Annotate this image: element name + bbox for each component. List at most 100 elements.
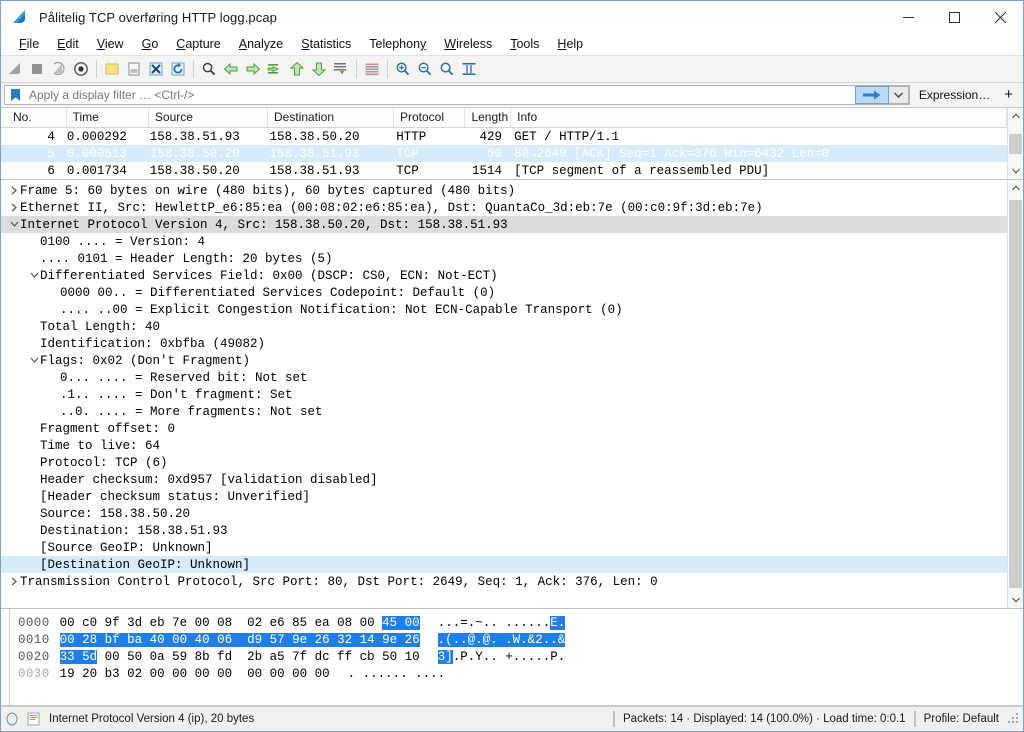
detail-row[interactable]: Fragment offset: 0 <box>1 420 1007 437</box>
detail-row[interactable]: .... ..00 = Explicit Congestion Notifica… <box>1 301 1007 318</box>
menu-go[interactable]: Go <box>133 35 168 53</box>
detail-row[interactable]: ..0. .... = More fragments: Not set <box>1 403 1007 420</box>
scroll-up-icon[interactable] <box>1008 180 1023 196</box>
chevron-down-icon[interactable] <box>9 221 20 228</box>
hex-bytes[interactable]: 00 c0 9f 3d eb 7e 00 08 02 e6 85 ea 08 0… <box>60 615 420 630</box>
scroll-thumb[interactable] <box>1009 134 1022 154</box>
hex-row[interactable]: 0030 19 20 b3 02 00 00 00 00 00 00 00 00.… <box>18 665 1023 682</box>
hex-ascii-segment[interactable]: .P.Y.. +.....P. <box>453 650 566 664</box>
chevron-down-icon[interactable] <box>29 357 40 364</box>
maximize-button[interactable] <box>931 1 977 33</box>
open-file-icon[interactable] <box>101 58 123 80</box>
packet-row-6[interactable]: 6 0.001734 158.38.50.20 158.38.51.93 TCP 1514… <box>1 162 1007 179</box>
go-forward-icon[interactable] <box>242 58 264 80</box>
detail-row[interactable]: 0000 00.. = Differentiated Services Code… <box>1 284 1007 301</box>
zoom-reset-icon[interactable] <box>436 58 458 80</box>
hex-row[interactable]: 0010 00 28 bf ba 40 00 40 06 d9 57 9e 26 … <box>18 631 1023 648</box>
go-last-packet-icon[interactable] <box>308 58 330 80</box>
menu-tools[interactable]: Tools <box>501 35 548 53</box>
hex-ascii-segment[interactable]: . ...... .... <box>348 667 446 681</box>
hex-bytes-selected[interactable]: 45 00 <box>382 615 420 630</box>
profile-indicator[interactable]: Profile: Default <box>924 713 1007 725</box>
menu-view[interactable]: View <box>88 35 133 53</box>
detail-row[interactable]: Internet Protocol Version 4, Src: 158.38… <box>1 216 1007 233</box>
colorize-icon[interactable] <box>361 58 383 80</box>
menu-telephony[interactable]: Telephony <box>360 35 435 53</box>
detail-row[interactable]: Protocol: TCP (6) <box>1 454 1007 471</box>
column-header-time[interactable]: Time <box>67 108 149 127</box>
hex-ascii-selected[interactable]: .(..@.@. .W.&2..& <box>437 632 566 647</box>
column-header-source[interactable]: Source <box>149 108 268 127</box>
expert-info-icon[interactable] <box>1 712 23 726</box>
zoom-in-icon[interactable] <box>392 58 414 80</box>
scroll-down-icon[interactable] <box>1008 592 1023 608</box>
packet-list-scrollbar[interactable] <box>1007 108 1023 179</box>
hex-bytes-selected[interactable]: 33 5d <box>59 649 98 664</box>
hex-ascii-segment[interactable]: ...=.~.. ...... <box>438 616 551 630</box>
menu-file[interactable]: File <box>10 35 48 53</box>
hex-bytes-segment[interactable]: 00 c0 9f 3d eb 7e 00 08 02 e6 85 ea 08 0… <box>60 616 383 630</box>
chevron-right-icon[interactable] <box>9 203 20 212</box>
go-back-icon[interactable] <box>220 58 242 80</box>
packet-row-4[interactable]: 4 0.000292 158.38.51.93 158.38.50.20 HTTP 429… <box>1 128 1007 145</box>
start-capture-icon[interactable] <box>4 58 26 80</box>
go-to-packet-icon[interactable] <box>264 58 286 80</box>
hex-ascii[interactable]: ...=.~.. ......E. <box>438 615 566 630</box>
packet-row-5[interactable]: 5 0.000513 158.38.50.20 158.38.51.93 TCP 60 80… <box>1 145 1007 162</box>
column-header-info[interactable]: Info <box>511 108 1007 127</box>
hex-bytes-segment[interactable]: 00 50 0a 59 8b fd 2b a5 7f dc ff cb 50 1… <box>97 650 420 664</box>
hex-bytes[interactable]: 19 20 b3 02 00 00 00 00 00 00 00 00 <box>60 667 330 681</box>
hex-bytes-selected[interactable]: 00 28 bf ba 40 00 40 06 d9 57 9e 26 32 1… <box>59 632 420 647</box>
detail-row[interactable]: Time to live: 64 <box>1 437 1007 454</box>
close-file-icon[interactable] <box>145 58 167 80</box>
hex-bytes[interactable]: 00 28 bf ba 40 00 40 06 d9 57 9e 26 32 1… <box>59 632 420 647</box>
detail-row[interactable]: Identification: 0xbfba (49082) <box>1 335 1007 352</box>
close-button[interactable] <box>977 1 1023 33</box>
hex-bytes-segment[interactable]: 19 20 b3 02 00 00 00 00 00 00 00 00 <box>60 667 330 681</box>
detail-row[interactable]: Destination: 158.38.51.93 <box>1 522 1007 539</box>
detail-row[interactable]: [Header checksum status: Unverified] <box>1 488 1007 505</box>
column-header-no[interactable]: No. <box>7 108 67 127</box>
capture-options-icon[interactable] <box>70 58 92 80</box>
detail-row[interactable]: Flags: 0x02 (Don't Fragment) <box>1 352 1007 369</box>
detail-row[interactable]: Ethernet II, Src: HewlettP_e6:85:ea (00:… <box>1 199 1007 216</box>
detail-row[interactable]: Differentiated Services Field: 0x00 (DSC… <box>1 267 1007 284</box>
chevron-right-icon[interactable] <box>9 577 20 586</box>
detail-row[interactable]: 0... .... = Reserved bit: Not set <box>1 369 1007 386</box>
find-packet-icon[interactable] <box>198 58 220 80</box>
chevron-right-icon[interactable] <box>9 186 20 195</box>
hex-ascii[interactable]: .(..@.@. .W.&2..& <box>437 632 566 647</box>
display-filter-input-wrap[interactable]: Apply a display filter … <Ctrl-/> <box>4 85 910 105</box>
column-header-destination[interactable]: Destination <box>268 108 394 127</box>
packet-detail-scrollbar[interactable] <box>1007 180 1023 608</box>
stop-capture-icon[interactable] <box>26 58 48 80</box>
detail-row[interactable]: [Destination GeoIP: Unknown] <box>1 556 1007 573</box>
search-input[interactable]: Apply a display filter … <Ctrl-/> <box>25 88 855 102</box>
menu-wireless[interactable]: Wireless <box>435 35 501 53</box>
menu-edit[interactable]: Edit <box>48 35 88 53</box>
detail-row[interactable]: .... 0101 = Header Length: 20 bytes (5) <box>1 250 1007 267</box>
hex-ascii-selected[interactable]: 3] <box>437 649 453 664</box>
detail-row[interactable]: Frame 5: 60 bytes on wire (480 bits), 60… <box>1 182 1007 199</box>
zoom-out-icon[interactable] <box>414 58 436 80</box>
detail-row[interactable]: .1.. .... = Don't fragment: Set <box>1 386 1007 403</box>
resize-grip-icon[interactable] <box>1007 712 1021 726</box>
detail-row[interactable]: Transmission Control Protocol, Src Port:… <box>1 573 1007 590</box>
chevron-down-icon[interactable] <box>29 272 40 279</box>
chevron-down-icon[interactable] <box>888 86 909 104</box>
reload-file-icon[interactable] <box>167 58 189 80</box>
autoscroll-icon[interactable] <box>330 58 352 80</box>
hex-row[interactable]: 0020 33 5d 00 50 0a 59 8b fd 2b a5 7f dc … <box>18 648 1023 665</box>
scroll-thumb[interactable] <box>1009 200 1022 588</box>
hex-ascii-selected[interactable]: E. <box>550 615 566 630</box>
detail-row[interactable]: 0100 .... = Version: 4 <box>1 233 1007 250</box>
scroll-up-icon[interactable] <box>1008 108 1023 124</box>
apply-filter-arrow-icon[interactable] <box>854 86 889 104</box>
bookmark-icon[interactable] <box>5 86 25 104</box>
scroll-track[interactable] <box>1008 196 1023 592</box>
minimize-button[interactable] <box>885 1 931 33</box>
detail-row[interactable]: Source: 158.38.50.20 <box>1 505 1007 522</box>
menu-statistics[interactable]: Statistics <box>292 35 360 53</box>
column-header-length[interactable]: Length <box>465 108 512 127</box>
scroll-track[interactable] <box>1008 124 1023 163</box>
